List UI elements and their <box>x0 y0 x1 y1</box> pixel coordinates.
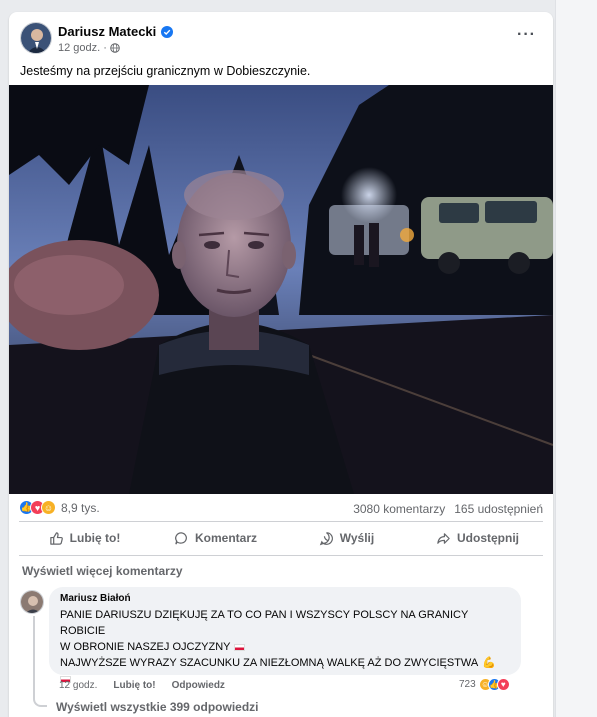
haha-reaction-icon: ☺ <box>41 500 56 515</box>
comment-reaction-count: 723 <box>459 679 476 690</box>
comment-line-2: W OBRONIE NASZEJ OJCZYZNY <box>60 641 231 653</box>
comment-time[interactable]: 12 godz. <box>59 680 97 691</box>
comment-line-3: NAJWYŻSZE WYRAZY SZACUNKU ZA NIEZŁOMNĄ W… <box>60 657 479 669</box>
post-text: Jesteśmy na przejściu granicznym w Dobie… <box>20 64 311 78</box>
comment-like-button[interactable]: Lubię to! <box>113 680 155 691</box>
post-meta: 12 godz. · <box>58 42 120 54</box>
right-scroll-strip <box>555 0 597 717</box>
comment-line-1: PANIE DARIUSZU DZIĘKUJĘ ZA TO CO PAN I W… <box>60 609 469 637</box>
send-label: Wyślij <box>339 531 375 545</box>
stats-right: 3080 komentarzy 165 udostępnień <box>353 502 543 516</box>
comment-label: Komentarz <box>194 531 257 545</box>
author-name[interactable]: Dariusz Matecki <box>58 24 156 39</box>
post-photo[interactable] <box>9 85 553 494</box>
author-name-row[interactable]: Dariusz Matecki <box>58 24 174 39</box>
view-all-replies-link[interactable]: Wyświetl wszystkie 399 odpowiedzi <box>56 700 259 714</box>
flexed-biceps-icon: 💪 <box>482 657 496 669</box>
comment-count[interactable]: 3080 komentarzy <box>353 502 445 516</box>
reactions-summary[interactable]: 👍 ♥ ☺ 8,9 tys. <box>19 500 100 515</box>
comment-meta: 12 godz. Lubię to! Odpowiedz <box>59 680 225 691</box>
divider-top <box>19 521 543 522</box>
love-reaction-icon: ♥ <box>496 678 510 691</box>
share-label: Udostępnij <box>457 531 519 545</box>
post-time[interactable]: 12 godz. <box>58 42 100 54</box>
like-label: Lubię to! <box>69 531 121 545</box>
whatsapp-icon <box>319 531 333 545</box>
share-count[interactable]: 165 udostępnień <box>454 502 543 516</box>
commenter-name[interactable]: Mariusz Białoń <box>60 593 510 604</box>
globe-icon <box>110 43 120 53</box>
send-button[interactable]: Wyślij <box>281 524 412 552</box>
comment-line-3-row: NAJWYŻSZE WYRAZY SZACUNKU ZA NIEZŁOMNĄ W… <box>60 655 510 671</box>
poland-flag-icon <box>233 643 245 651</box>
verified-badge-icon <box>161 25 174 38</box>
post-stats: 👍 ♥ ☺ 8,9 tys. 3080 komentarzy 165 udost… <box>19 498 543 518</box>
like-button[interactable]: Lubię to! <box>19 524 150 552</box>
divider-bottom <box>19 555 543 556</box>
view-more-comments-link[interactable]: Wyświetl więcej komentarzy <box>22 564 183 578</box>
comment-button[interactable]: Komentarz <box>150 524 281 552</box>
comment-reply-button[interactable]: Odpowiedz <box>172 680 225 691</box>
reaction-count[interactable]: 8,9 tys. <box>61 501 100 515</box>
post-actions: Lubię to! Komentarz Wyślij Udostępnij <box>19 524 543 552</box>
comment-reactions[interactable]: 723 ☺ 👍 ♥ <box>459 678 510 691</box>
post-card: Dariusz Matecki 12 godz. · ··· Jesteśmy … <box>9 12 553 717</box>
more-options-icon[interactable]: ··· <box>517 26 536 44</box>
reply-thread-line <box>33 616 47 707</box>
share-button[interactable]: Udostępnij <box>412 524 543 552</box>
comment-line-2-row: W OBRONIE NASZEJ OJCZYZNY <box>60 639 510 655</box>
comment-text: PANIE DARIUSZU DZIĘKUJĘ ZA TO CO PAN I W… <box>60 607 510 687</box>
share-arrow-icon <box>437 532 450 544</box>
meta-separator: · <box>103 42 107 54</box>
author-avatar[interactable] <box>20 22 52 54</box>
speech-bubble-icon <box>175 531 187 544</box>
commenter-avatar[interactable] <box>20 590 44 614</box>
thumbs-up-icon <box>49 531 63 545</box>
comment-bubble: Mariusz Białoń PANIE DARIUSZU DZIĘKUJĘ Z… <box>49 587 521 683</box>
